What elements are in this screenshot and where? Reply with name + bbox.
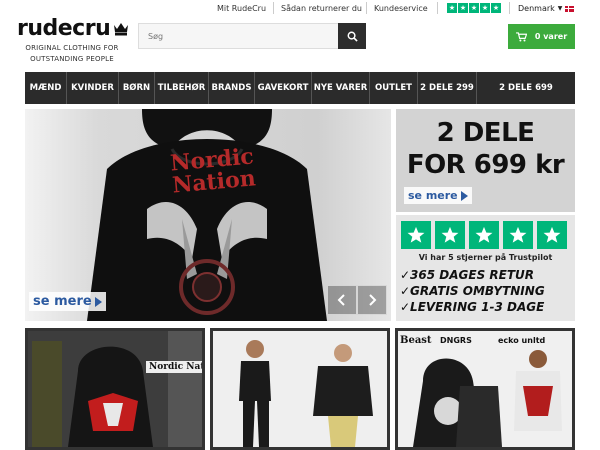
main-navigation: MÆND KVINDER BØRN TILBEHØR BRANDS GAVEKO…	[25, 72, 575, 104]
hero-see-more-link[interactable]: se mere	[29, 292, 106, 311]
promo-banner-2-for-699[interactable]: 2 DELE FOR 699 kr se mere	[396, 109, 575, 212]
trustpilot-rating[interactable]: ★ ★ ★ ★ ★	[447, 3, 501, 13]
returns-link[interactable]: Sådan returnerer du	[281, 4, 362, 13]
hoodie-image	[87, 109, 327, 321]
carousel-prev-button[interactable]	[327, 285, 357, 315]
star-icon	[537, 221, 567, 249]
star-icon: ★	[447, 3, 457, 13]
nav-item-new-arrivals[interactable]: NYE VARER	[312, 72, 370, 104]
chevron-left-icon	[337, 294, 345, 306]
brand-label: ecko unltd	[498, 336, 546, 345]
male-models-image	[398, 331, 572, 447]
benefit-delivery: ✓LEVERING 1-3 DAGE	[400, 300, 545, 314]
caret-down-icon: ▼	[557, 5, 563, 12]
divider	[273, 2, 274, 14]
promo-see-more-link[interactable]: se mere	[404, 187, 472, 204]
brand-label: DNGRS	[440, 336, 472, 345]
category-tile-nordic-nation[interactable]: Nordic Nation	[25, 328, 205, 450]
female-models-image	[213, 331, 387, 447]
cart-icon	[515, 31, 527, 41]
search-input[interactable]	[138, 23, 338, 49]
benefit-returns: ✓365 DAGES RETUR	[400, 268, 535, 282]
star-icon: ★	[491, 3, 501, 13]
nav-item-men[interactable]: MÆND	[25, 72, 67, 104]
hero-banner[interactable]: Nordic Nation se mere	[25, 109, 391, 321]
hoodie-model-image	[28, 331, 202, 447]
category-tile-men-brands[interactable]: Beast DNGRS ecko unltd	[395, 328, 575, 450]
my-account-link[interactable]: Mit RudeCru	[217, 4, 266, 13]
star-icon: ★	[480, 3, 490, 13]
divider	[437, 2, 438, 14]
star-icon	[401, 221, 431, 249]
promo-price: FOR 699 kr	[406, 150, 565, 180]
carousel-next-button[interactable]	[357, 285, 387, 315]
crown-icon	[114, 23, 128, 36]
promo-headline: 2 DELE	[436, 118, 535, 148]
nav-item-outlet[interactable]: OUTLET	[370, 72, 418, 104]
nav-item-2-for-699[interactable]: 2 DELE 699	[477, 72, 575, 104]
star-icon: ★	[469, 3, 479, 13]
site-logo[interactable]: rudecru ORIGINAL CLOTHING FOR OUTSTANDIN…	[17, 16, 128, 65]
logo-wordmark: rudecru	[17, 16, 111, 41]
nav-item-brands[interactable]: BRANDS	[209, 72, 255, 104]
play-arrow-icon	[94, 296, 102, 307]
nav-item-kids[interactable]: BØRN	[119, 72, 155, 104]
customer-service-link[interactable]: Kundeservice	[374, 4, 428, 13]
trustpilot-stars	[401, 221, 567, 249]
see-more-label: se mere	[408, 189, 458, 202]
nav-item-women[interactable]: KVINDER	[67, 72, 119, 104]
star-icon	[435, 221, 465, 249]
search-icon	[347, 31, 358, 42]
brand-label: Nordic Nation	[146, 361, 202, 373]
star-icon: ★	[458, 3, 468, 13]
tagline-line: ORIGINAL CLOTHING FOR	[25, 44, 119, 52]
nav-item-giftcards[interactable]: GAVEKORT	[255, 72, 312, 104]
category-tile-women[interactable]	[210, 328, 390, 450]
cart-count: 0 varer	[534, 32, 568, 41]
star-icon	[469, 221, 499, 249]
cart-button[interactable]: 0 varer	[508, 24, 575, 49]
search-button[interactable]	[338, 23, 366, 49]
see-more-label: se mere	[33, 294, 92, 309]
country-label: Denmark	[518, 4, 555, 13]
country-selector[interactable]: Denmark ▼	[518, 4, 575, 13]
carousel-controls	[327, 285, 387, 315]
benefit-exchange: ✓GRATIS OMBYTNING	[400, 284, 545, 298]
trustpilot-benefits-box[interactable]: Vi har 5 stjerner på Trustpilot ✓365 DAG…	[396, 215, 575, 321]
chevron-right-icon	[369, 294, 377, 306]
nav-item-accessories[interactable]: TILBEHØR	[155, 72, 209, 104]
play-arrow-icon	[460, 190, 468, 201]
star-icon	[503, 221, 533, 249]
nav-item-2-for-299[interactable]: 2 DELE 299	[418, 72, 477, 104]
logo-tagline: ORIGINAL CLOTHING FOR OUTSTANDING PEOPLE	[17, 43, 127, 65]
search-bar	[138, 23, 366, 49]
divider	[509, 2, 510, 14]
trustpilot-text: Vi har 5 stjerner på Trustpilot	[418, 253, 553, 262]
tagline-line: OUTSTANDING PEOPLE	[30, 55, 114, 63]
brand-label: Beast	[400, 335, 432, 346]
denmark-flag-icon	[565, 5, 575, 12]
divider	[366, 2, 367, 14]
